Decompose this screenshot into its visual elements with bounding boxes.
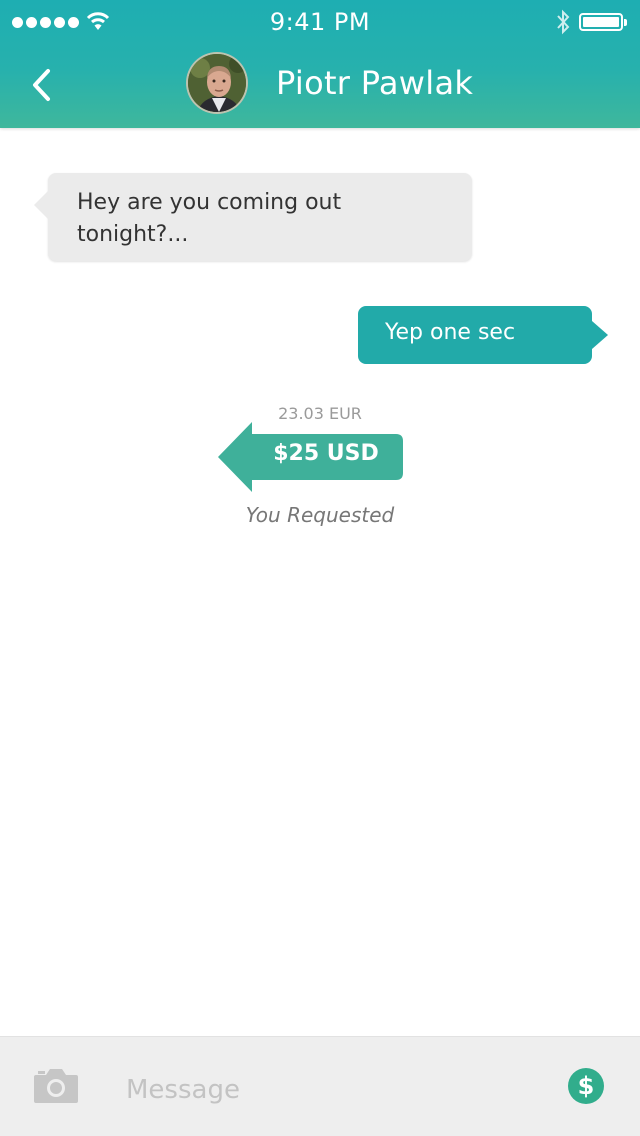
status-time: 9:41 PM [269,8,371,36]
message-input[interactable] [124,1067,528,1113]
bluetooth-icon [557,9,570,35]
contact-name[interactable]: Piotr Pawlak [276,64,473,102]
back-chevron-icon[interactable] [28,66,56,104]
payment-request-badge[interactable]: $25 USD [216,420,404,492]
outgoing-message-text: Yep one sec [385,320,516,345]
outgoing-message-bubble[interactable]: Yep one sec [358,306,608,364]
status-bar: 9:41 PM [0,0,640,44]
camera-icon[interactable] [32,1067,80,1105]
battery-icon [579,13,627,31]
message-composer: $ [0,1036,640,1136]
payment-amount: $25 USD [273,441,379,466]
send-money-button[interactable]: $ [568,1068,604,1104]
payment-status: You Requested [245,503,395,527]
incoming-message-text: Hey are you coming out tonight?... [77,190,342,247]
contact-avatar[interactable] [186,52,248,114]
incoming-message-bubble[interactable]: Hey are you coming out tonight?... [34,173,472,261]
nav-header: 9:41 PM Piotr Pawlak [0,0,640,128]
